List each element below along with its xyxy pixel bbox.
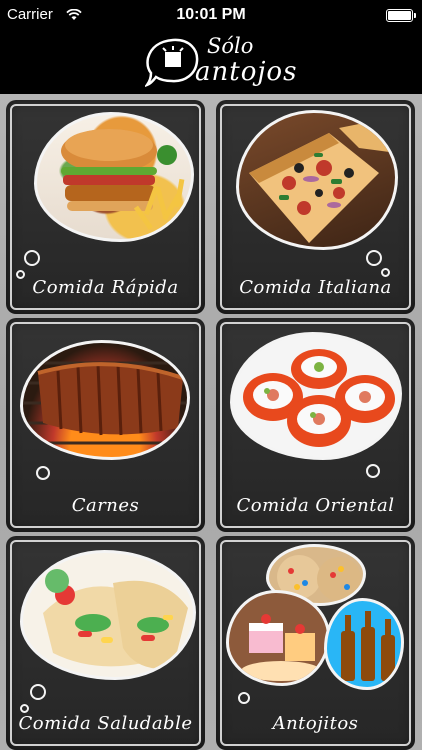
app-logo: Sólo antojos bbox=[145, 34, 296, 92]
category-tile-carnes[interactable]: Carnes bbox=[6, 318, 205, 532]
logo-bubble-icon bbox=[145, 38, 199, 87]
category-tile-antojitos[interactable]: Antojitos bbox=[216, 536, 415, 750]
category-tile-comida-rapida[interactable]: Comida Rápida bbox=[6, 100, 205, 314]
desserts-image bbox=[226, 590, 330, 686]
status-bar: Carrier 10:01 PM bbox=[0, 0, 422, 30]
category-tile-comida-oriental[interactable]: Comida Oriental bbox=[216, 318, 415, 532]
app-header: Sólo antojos bbox=[0, 30, 422, 94]
sushi-image bbox=[230, 332, 402, 460]
category-tile-comida-italiana[interactable]: Comida Italiana bbox=[216, 100, 415, 314]
category-label: Carnes bbox=[71, 495, 140, 516]
battery-icon bbox=[386, 9, 416, 22]
category-label: Comida Oriental bbox=[236, 495, 395, 516]
wrap-image bbox=[20, 550, 196, 680]
beer-image bbox=[324, 598, 404, 690]
ribs-image bbox=[20, 340, 190, 460]
category-label: Comida Italiana bbox=[239, 277, 392, 298]
category-label: Antojitos bbox=[272, 713, 359, 734]
status-time: 10:01 PM bbox=[176, 6, 246, 23]
category-tile-comida-saludable[interactable]: Comida Saludable bbox=[6, 536, 205, 750]
logo-text-bottom: antojos bbox=[195, 57, 298, 87]
category-label: Comida Rápida bbox=[32, 277, 179, 298]
logo-text-top: Sólo bbox=[207, 34, 254, 58]
pizza-image bbox=[236, 110, 398, 250]
category-label: Comida Saludable bbox=[18, 713, 193, 734]
burger-image bbox=[34, 112, 194, 242]
